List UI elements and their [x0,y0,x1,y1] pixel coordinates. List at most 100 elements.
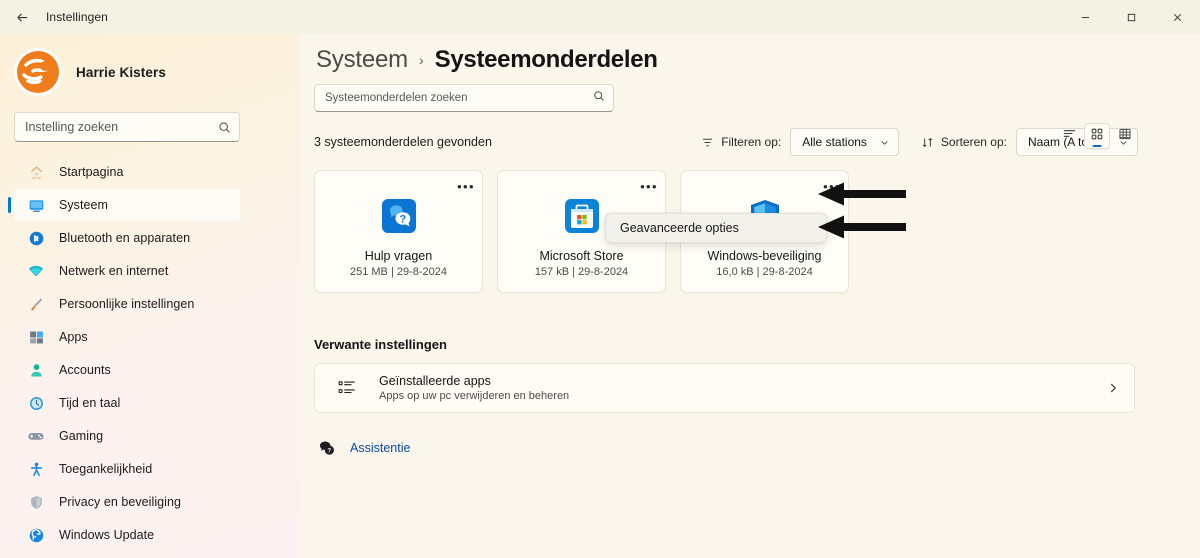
sidebar-item-bluetooth-en-apparaten[interactable]: Bluetooth en apparaten [14,222,240,254]
related-setting-texts: Geïnstalleerde apps Apps op uw pc verwij… [379,374,569,402]
title-bar: Instellingen [0,0,1200,34]
help-app-icon: ? [379,196,419,236]
sort-icon [921,136,934,149]
clock-icon [26,393,46,413]
list-icon [1062,126,1077,146]
sidebar-item-windows-update[interactable]: Windows Update [14,519,240,551]
sidebar-item-label: Netwerk en internet [59,264,169,278]
sidebar-nav: Startpagina Systeem Bluetooth en apparat… [0,156,290,551]
sidebar-item-label: Systeem [59,198,108,212]
help-link[interactable]: Assistentie [350,441,410,455]
filter-dropdown[interactable]: Alle stations [790,128,899,156]
component-card[interactable]: ••• ? Hulp vragen 251 MB | 29-8-2024 [314,170,483,293]
card-meta: 16,0 kB | 29-8-2024 [716,266,813,278]
context-menu-flyout[interactable]: Geavanceerde opties [605,213,827,243]
shield-icon [26,492,46,512]
sidebar-item-systeem[interactable]: Systeem [8,189,240,221]
close-button[interactable] [1154,0,1200,34]
profile-name: Harrie Kisters [76,64,166,80]
card-title: Microsoft Store [539,249,624,263]
breadcrumb: Systeem › Systeemonderdelen [314,34,1200,84]
search-icon [218,121,231,134]
update-icon [26,525,46,545]
settings-search-box[interactable] [14,112,240,142]
card-meta: 157 kB | 29-8-2024 [534,266,629,278]
help-bubble-icon: ? [318,439,336,457]
avatar [14,48,62,96]
sidebar-item-label: Accounts [59,363,111,377]
svg-text:?: ? [328,449,332,455]
filter-label: Filteren op: [721,135,782,149]
bluetooth-icon [26,228,46,248]
monitor-icon [26,195,46,215]
sidebar-item-label: Persoonlijke instellingen [59,297,195,311]
sidebar-item-persoonlijke-instellingen[interactable]: Persoonlijke instellingen [14,288,240,320]
card-meta: 251 MB | 29-8-2024 [349,266,448,278]
annotation-arrow-bottom [818,214,906,240]
sidebar-item-apps[interactable]: Apps [14,321,240,353]
card-title: Windows-beveiliging [707,249,822,263]
components-search-box[interactable] [314,84,614,112]
sidebar-item-netwerk-en-internet[interactable]: Netwerk en internet [14,255,240,287]
sidebar-item-startpagina[interactable]: Startpagina [14,156,240,188]
sidebar-item-label: Apps [59,330,88,344]
search-row [314,84,1200,112]
account-icon [26,360,46,380]
main-content: Systeem › Systeemonderdelen Systeemonder… [300,34,1200,558]
list-view-button[interactable] [1056,123,1082,149]
applist-icon [337,378,359,399]
table-icon [1118,127,1132,146]
sidebar-item-privacy-en-beveiliging[interactable]: Privacy en beveiliging [14,486,240,518]
sidebar-item-label: Startpagina [59,165,124,179]
breadcrumb-parent[interactable]: Systeem [316,46,408,74]
sidebar-item-accounts[interactable]: Accounts [14,354,240,386]
minimize-button[interactable] [1062,0,1108,34]
sidebar-item-label: Gaming [59,429,104,443]
page-title: Systeemonderdelen [434,46,658,73]
card-more-options-button[interactable]: ••• [638,176,660,196]
sort-label: Sorteren op: [940,135,1007,149]
search-input[interactable] [25,120,218,134]
paintbrush-icon [26,294,46,314]
back-arrow-icon[interactable] [6,3,38,31]
sidebar-item-tijd-en-taal[interactable]: Tijd en taal [14,387,240,419]
sidebar-item-label: Windows Update [59,528,155,542]
context-menu-item-advanced-options[interactable]: Geavanceerde opties [620,221,739,235]
window-title: Instellingen [46,10,108,24]
sidebar-item-label: Bluetooth en apparaten [59,231,191,245]
annotation-arrow-top [818,181,906,207]
sidebar-item-toegankelijkheid[interactable]: Toegankelijkheid [14,453,240,485]
search-input[interactable] [325,92,593,104]
window-controls [1062,0,1200,34]
related-setting-title: Geïnstalleerde apps [379,374,491,388]
wifi-icon [26,261,46,281]
profile-section[interactable]: Harrie Kisters [0,34,290,98]
sidebar-item-label: Tijd en taal [59,396,121,410]
table-view-button[interactable] [1112,123,1138,149]
grid-icon [1090,127,1104,146]
sidebar-item-gaming[interactable]: Gaming [14,420,240,452]
filter-icon [701,136,714,149]
svg-text:?: ? [399,214,406,226]
gamepad-icon [26,426,46,446]
related-setting-installed-apps[interactable]: Geïnstalleerde apps Apps op uw pc verwij… [314,363,1135,413]
sidebar-item-label: Toegankelijkheid [59,462,153,476]
chevron-right-icon [1106,381,1120,395]
card-more-options-button[interactable]: ••• [455,176,477,196]
chevron-down-icon [867,137,890,148]
accessibility-icon [26,459,46,479]
result-count: 3 systeemonderdelen gevonden [314,135,492,149]
home-icon [26,162,46,182]
help-row: ? Assistentie [314,439,1200,457]
grid-view-button[interactable] [1084,123,1110,149]
filter-value: Alle stations [802,135,867,149]
sidebar-item-label: Privacy en beveiliging [59,495,181,509]
microsoft-store-icon [562,196,602,236]
search-icon [593,89,605,107]
view-toggle-group [1056,122,1138,150]
breadcrumb-separator-icon: › [418,52,424,68]
sidebar: Harrie Kisters Startpagina Syst [0,34,300,558]
related-settings-title: Verwante instellingen [314,337,447,352]
card-title: Hulp vragen [364,249,433,263]
maximize-button[interactable] [1108,0,1154,34]
